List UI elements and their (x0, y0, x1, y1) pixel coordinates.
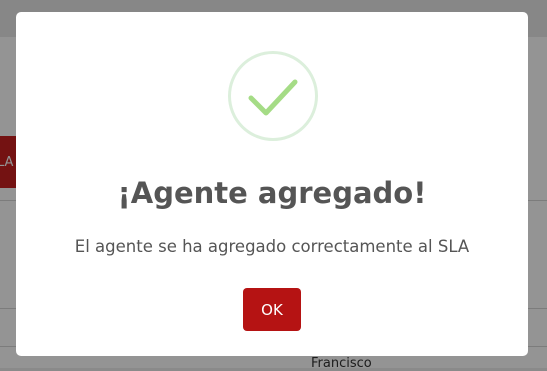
success-dialog: ¡Agente agregado! El agente se ha agrega… (16, 12, 528, 356)
dialog-title: ¡Agente agregado! (117, 176, 427, 210)
ok-button[interactable]: OK (243, 288, 301, 331)
dialog-message: El agente se ha agregado correctamente a… (74, 237, 470, 256)
success-checkmark-icon (228, 51, 318, 141)
